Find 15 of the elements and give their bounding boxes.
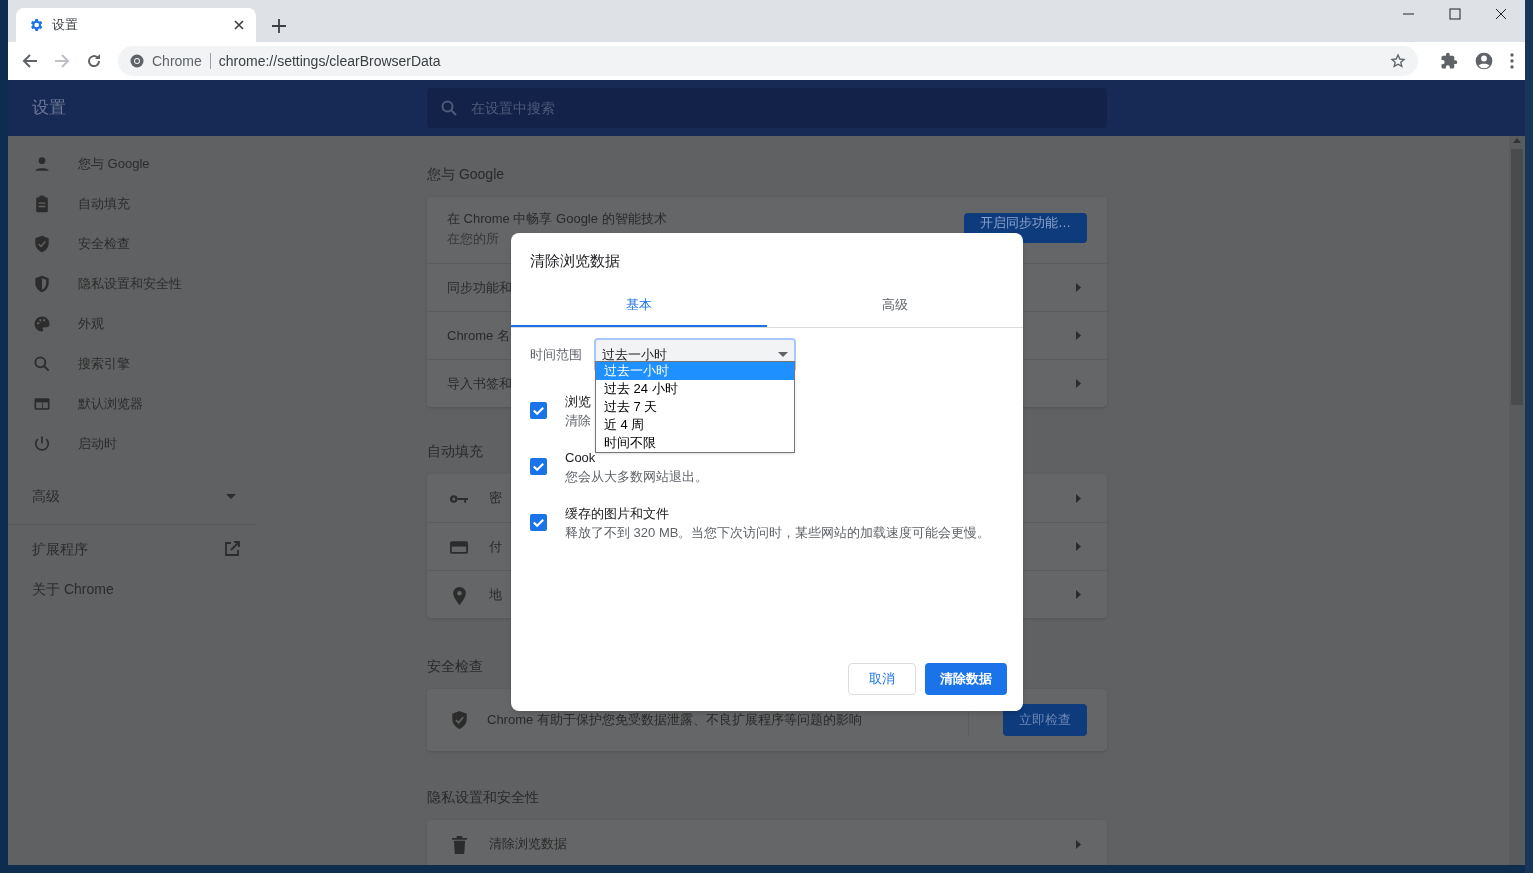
option-title: 浏览 [565,392,591,411]
field-label: 时间范围 [530,345,582,364]
option-title: Cook [565,448,597,467]
row-title: 在 Chrome 中畅享 Google 的智能技术 [447,210,668,228]
search-placeholder: 在设置中搜索 [471,98,555,118]
option-description: 您会从大多数网站退出。 [565,467,708,486]
option-description: 释放了不到 320 MB。当您下次访问时，某些网站的加载速度可能会更慢。 [565,523,991,542]
option-description: 清除 [565,411,591,430]
site-label: Chrome [152,51,202,71]
dialog-title: 清除浏览数据 [530,251,621,271]
page-title: 设置 [32,97,67,120]
tab-title: 设置 [52,16,79,35]
option-title: 缓存的图片和文件 [565,504,670,523]
url-text: chrome://settings/clearBrowserData [218,51,442,71]
row-text: Chrome 有助于保护您免受数据泄露、不良扩展程序等问题的影响 [487,711,863,730]
